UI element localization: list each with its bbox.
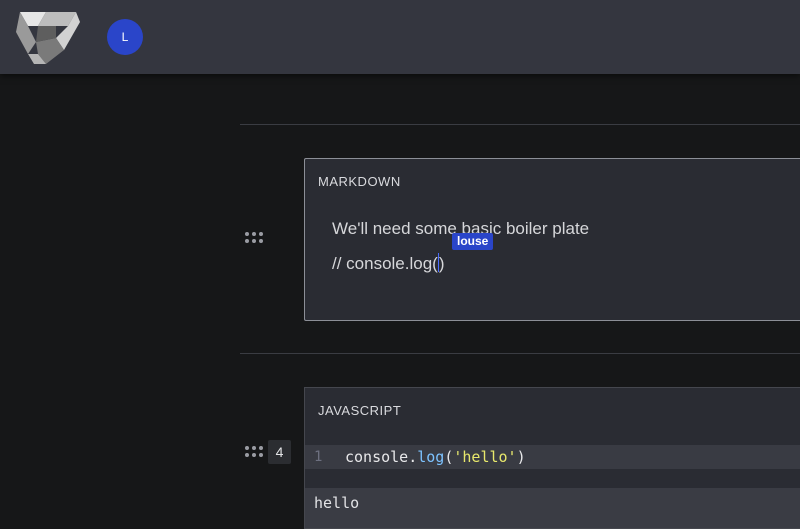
code-editor[interactable]: 1 console.log('hello') [305, 445, 800, 469]
execution-count-badge: 4 [268, 440, 291, 464]
drag-handle-icon[interactable] [245, 232, 263, 244]
app-logo[interactable] [16, 8, 80, 66]
output-text: hello [314, 494, 360, 512]
user-avatar[interactable]: L [107, 19, 143, 55]
top-bar: L [0, 0, 800, 74]
drag-handle-icon[interactable] [245, 446, 263, 458]
avatar-initial: L [121, 30, 129, 44]
javascript-cell[interactable]: JAVASCRIPT 1 console.log('hello') hello [304, 387, 800, 529]
code-line: console.log('hello') [345, 448, 526, 466]
cell-divider [240, 353, 800, 354]
markdown-text-after-cursor: ) [438, 254, 445, 273]
markdown-cell[interactable]: MARKDOWN We'll need some basic boiler pl… [304, 158, 800, 321]
cell-output: hello [305, 488, 800, 528]
cell-type-label: MARKDOWN [318, 174, 401, 189]
markdown-text-line[interactable]: // console.log() [332, 253, 445, 274]
line-number: 1 [314, 449, 323, 465]
logo-icon [16, 12, 80, 64]
markdown-text-before-cursor: // console.log( [332, 254, 438, 273]
cell-type-label: JAVASCRIPT [318, 403, 402, 418]
collaborator-name-tag: louse [452, 233, 494, 250]
cell-divider [240, 124, 800, 125]
